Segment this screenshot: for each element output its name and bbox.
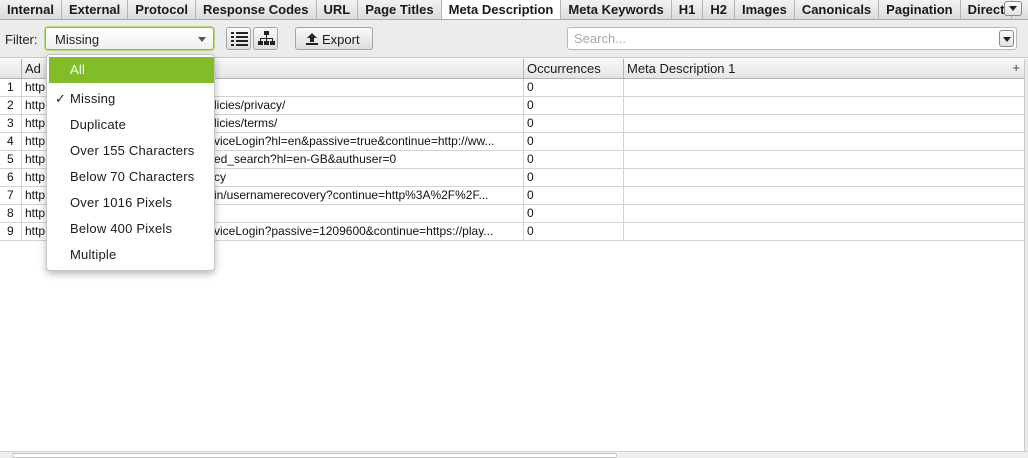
tab-response-codes[interactable]: Response Codes: [196, 0, 317, 19]
meta-description-cell: [624, 115, 1024, 133]
occurrences-cell: 0: [524, 79, 624, 97]
tab-bar: Internal External Protocol Response Code…: [0, 0, 1028, 20]
meta-description-cell: [624, 169, 1024, 187]
list-view-button[interactable]: [226, 27, 251, 50]
meta-description-cell: [624, 133, 1024, 151]
tab-page-titles[interactable]: Page Titles: [358, 0, 442, 19]
filter-select[interactable]: Missing: [45, 27, 214, 50]
horizontal-scrollbar-thumb[interactable]: [12, 453, 617, 458]
filter-option-below-70-characters[interactable]: Below 70 Characters: [47, 164, 214, 190]
row-number: 3: [0, 115, 22, 133]
meta-description-cell: [624, 223, 1024, 241]
row-number: 9: [0, 223, 22, 241]
occurrences-cell: 0: [524, 151, 624, 169]
toolbar: Filter: Missing Export Search...: [0, 20, 1028, 58]
address-tail: viceLogin?hl=en&passive=true&continue=ht…: [214, 134, 495, 148]
address-tail: licies/privacy/: [214, 98, 286, 112]
address-tail: ed_search?hl=en-GB&authuser=0: [214, 152, 397, 166]
tab-h2[interactable]: H2: [703, 0, 735, 19]
tab-external[interactable]: External: [62, 0, 129, 19]
tab-overflow-chevron-down-icon[interactable]: [1004, 1, 1022, 16]
search-input[interactable]: [574, 30, 994, 47]
add-column-icon[interactable]: +: [1012, 60, 1020, 76]
occurrences-cell: 0: [524, 115, 624, 133]
tree-view-button[interactable]: [253, 27, 278, 50]
meta-description-cell: [624, 97, 1024, 115]
tab-protocol[interactable]: Protocol: [128, 0, 197, 19]
address-prefix: http: [25, 206, 46, 220]
address-prefix: http: [25, 188, 46, 202]
tab-meta-keywords[interactable]: Meta Keywords: [561, 0, 672, 19]
row-number: 7: [0, 187, 22, 205]
address-prefix: http: [25, 98, 46, 112]
app-window: Internal External Protocol Response Code…: [0, 0, 1028, 458]
address-prefix: http: [25, 224, 46, 238]
filter-option-over-155-characters[interactable]: Over 155 Characters: [47, 138, 214, 164]
occurrences-cell: 0: [524, 187, 624, 205]
address-prefix: http: [25, 116, 46, 130]
meta-description-cell: [624, 79, 1024, 97]
address-prefix: http: [25, 152, 46, 166]
address-tail: in/usernamerecovery?continue=http%3A%2F%…: [214, 188, 489, 202]
row-number: 8: [0, 205, 22, 223]
meta-description-cell: [624, 151, 1024, 169]
tab-canonicals[interactable]: Canonicals: [795, 0, 880, 19]
filter-option-duplicate[interactable]: Duplicate: [47, 112, 214, 138]
tab-meta-description[interactable]: Meta Description: [441, 0, 562, 19]
address-prefix: http: [25, 134, 46, 148]
meta-description-cell: [624, 187, 1024, 205]
address-tail: cy: [214, 170, 226, 184]
address-prefix: http: [25, 80, 46, 94]
row-number: 4: [0, 133, 22, 151]
checkmark-icon: ✓: [55, 91, 67, 106]
occurrences-cell: 0: [524, 169, 624, 187]
tab-internal[interactable]: Internal: [0, 0, 62, 19]
filter-dropdown-menu: All ✓ Missing Duplicate Over 155 Charact…: [46, 54, 215, 271]
column-header-row-number[interactable]: [0, 59, 22, 78]
row-number: 5: [0, 151, 22, 169]
row-number: 6: [0, 169, 22, 187]
tab-images[interactable]: Images: [735, 0, 795, 19]
filter-option-all[interactable]: All: [49, 57, 214, 83]
search-box: [567, 27, 1017, 50]
column-header-meta-description-1[interactable]: Meta Description 1: [624, 59, 1024, 78]
tab-h1[interactable]: H1: [672, 0, 704, 19]
row-number: 1: [0, 79, 22, 97]
tab-pagination[interactable]: Pagination: [879, 0, 961, 19]
tab-url[interactable]: URL: [317, 0, 359, 19]
row-number: 2: [0, 97, 22, 115]
horizontal-scrollbar[interactable]: [0, 451, 1028, 458]
filter-option-multiple[interactable]: Multiple: [47, 242, 214, 268]
filter-option-over-1016-pixels[interactable]: Over 1016 Pixels: [47, 190, 214, 216]
column-header-occurrences[interactable]: Occurrences: [524, 59, 624, 78]
tree-view-icon: [258, 31, 275, 45]
export-button-label: Export: [322, 32, 360, 47]
filter-label: Filter:: [5, 32, 38, 47]
occurrences-cell: 0: [524, 97, 624, 115]
vertical-scrollbar[interactable]: [1024, 59, 1028, 451]
address-prefix: http: [25, 170, 46, 184]
address-tail: viceLogin?passive=1209600&continue=https…: [214, 224, 494, 238]
search-options-chevron-down-icon[interactable]: [999, 30, 1014, 47]
chevron-down-icon: [198, 37, 206, 42]
upload-icon: [306, 33, 318, 45]
meta-description-cell: [624, 205, 1024, 223]
export-button[interactable]: Export: [295, 27, 373, 50]
occurrences-cell: 0: [524, 223, 624, 241]
filter-option-below-400-pixels[interactable]: Below 400 Pixels: [47, 216, 214, 242]
filter-option-missing[interactable]: ✓ Missing: [47, 86, 214, 112]
filter-option-label: Missing: [70, 91, 116, 106]
address-tail: licies/terms/: [214, 116, 278, 130]
occurrences-cell: 0: [524, 205, 624, 223]
occurrences-cell: 0: [524, 133, 624, 151]
list-view-icon: [231, 32, 248, 46]
filter-selected-value: Missing: [55, 32, 100, 47]
